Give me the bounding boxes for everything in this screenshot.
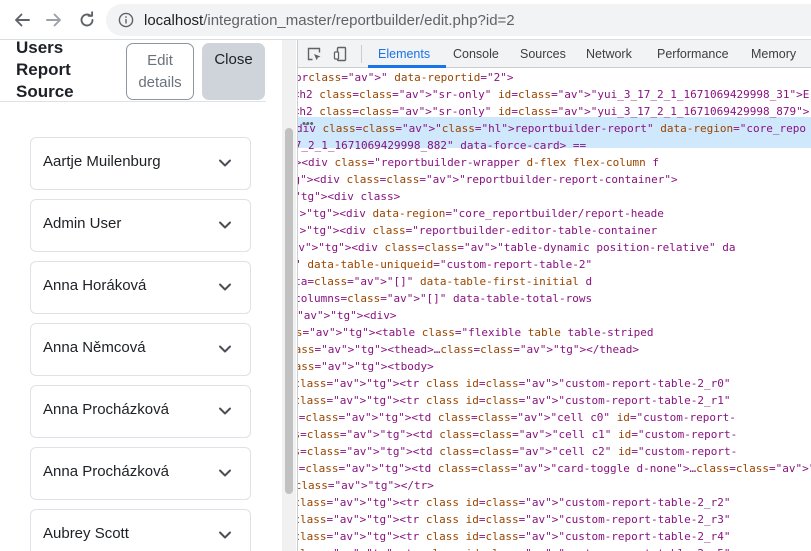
arrow-left-icon xyxy=(15,13,30,27)
dom-node-line[interactable]: ▶class=class="av">"tg"><tr class id=clas… xyxy=(298,528,731,545)
dom-node-line[interactable]: ▼class=class="av">"tg"><tbody> xyxy=(298,358,434,375)
chevron-down-icon[interactable] xyxy=(218,342,232,356)
dom-node-line[interactable]: ▼class=class="av">"tg"><div class=class=… xyxy=(298,120,806,137)
url-host: localhost xyxy=(144,11,204,29)
list-item[interactable]: Anna Procházková xyxy=(30,447,251,500)
card-name: Aartje Muilenburg xyxy=(43,153,161,170)
close-button[interactable]: Close xyxy=(202,43,265,100)
dom-node-line[interactable]: ▼class=class="av">"tg"><div class> xyxy=(298,188,400,205)
forward-button[interactable] xyxy=(40,6,68,34)
dom-node-line[interactable]: class=class="av">"tg"><td class=class="a… xyxy=(298,426,737,443)
page-title-line: Source xyxy=(16,82,74,101)
tab-console[interactable]: Console xyxy=(453,40,499,68)
info-icon[interactable] xyxy=(118,12,134,28)
dom-node-line[interactable]: ▼class=class="av">"tg"><div class=class=… xyxy=(298,171,678,188)
toolbar-divider xyxy=(361,45,362,63)
dom-node-line[interactable]: class=class="av">"tg"><td class=class="a… xyxy=(298,443,737,460)
dom-node-line[interactable]: id=class="av">"yui_3_17_2_1_167106942999… xyxy=(298,137,586,154)
list-item[interactable]: Admin User xyxy=(30,199,251,252)
browser-toolbar: localhost/integration_master/reportbuild… xyxy=(0,0,811,40)
reload-button[interactable] xyxy=(73,6,101,34)
page-title-line: Users xyxy=(16,40,64,57)
page-viewport: Aartje Muilenburg Admin User Anna Horáko… xyxy=(0,40,282,551)
card-name: Anna Němcová xyxy=(43,339,146,356)
tab-performance[interactable]: Performance xyxy=(657,40,729,68)
scrollbar-thumb[interactable] xyxy=(285,128,293,494)
card-name: Anna Horáková xyxy=(43,277,147,294)
dom-node-line[interactable]: ▶class=class="av">"tg"><td class=class="… xyxy=(298,409,736,426)
dom-node-line[interactable]: table-sort-data=class="av">"[]" data-tab… xyxy=(298,273,592,290)
edit-details-button[interactable]: Edit details xyxy=(126,43,194,100)
dom-node-line[interactable]: class=class="av">"tg"><h2 class=class="a… xyxy=(298,103,809,120)
chevron-down-icon[interactable] xyxy=(218,280,232,294)
card-name: Aubrey Scott xyxy=(43,525,129,542)
chevron-down-icon[interactable] xyxy=(218,466,232,480)
tab-elements[interactable]: Elements xyxy=(378,40,430,68)
dom-node-line[interactable]: class=class="av">"tg"></tr> xyxy=(298,477,434,494)
card-name: Anna Procházková xyxy=(43,463,169,480)
tab-network[interactable]: Network xyxy=(586,40,632,68)
card-name: Anna Procházková xyxy=(43,401,169,418)
tab-memory[interactable]: Memory xyxy=(751,40,796,68)
chevron-down-icon[interactable] xyxy=(218,218,232,232)
dom-node-line[interactable]: ▼class=class="av">"tg"><table class="fle… xyxy=(298,324,654,341)
chevron-down-icon[interactable] xyxy=(218,528,232,542)
dom-node-line[interactable]: ▶class=class="av">"tg"><thead>…class=cla… xyxy=(298,341,639,358)
tab-sources[interactable]: Sources xyxy=(520,40,566,68)
dom-node-line[interactable]: ▶class=class="av">"tg"><tr class id=clas… xyxy=(298,545,731,551)
dom-node-line[interactable]: ▼class=class="av">"tg"><div class="repor… xyxy=(298,154,659,171)
reload-icon xyxy=(80,11,94,27)
list-item[interactable]: Aubrey Scott xyxy=(30,509,251,551)
list-item[interactable]: Anna Horáková xyxy=(30,261,251,314)
dom-node-line[interactable]: ▼class=class="av">"tg"><div class="repor… xyxy=(298,222,657,239)
url-path: /integration_master/reportbuilder/edit.p… xyxy=(203,11,515,29)
dom-node-line[interactable]: class=class="av">"tg"><h2 class=class="a… xyxy=(298,86,809,103)
report-header: Users Report Source Edit details Close xyxy=(0,40,282,102)
devtools-panel: Elements Console Sources Network Perform… xyxy=(297,40,811,551)
dom-node-line[interactable]: ▶class=class="av">"tg"><tr class id=clas… xyxy=(298,494,731,511)
inspect-element-icon[interactable] xyxy=(306,46,322,62)
dom-node-line[interactable]: ▶class=class="av">"tg"><td class=class="… xyxy=(298,460,811,477)
arrow-right-icon xyxy=(46,13,61,27)
header-divider xyxy=(0,101,266,102)
address-bar[interactable]: localhost/integration_master/reportbuild… xyxy=(106,4,811,36)
dom-node-line[interactable]: ▼class=class="av">"tg"><div class=class=… xyxy=(298,239,736,256)
list-item[interactable]: Anna Procházková xyxy=(30,385,251,438)
dom-node-line[interactable]: ▶class=class="av">"tg"><tr class id=clas… xyxy=(298,375,731,392)
card-name: Admin User xyxy=(43,215,122,232)
list-item[interactable]: Aartje Muilenburg xyxy=(30,137,251,190)
page-scrollbar[interactable] xyxy=(282,40,296,551)
url-text: localhost/integration_master/reportbuild… xyxy=(144,12,515,29)
dom-node-line[interactable]: ▼class=class="av">"tg"><tr class id=clas… xyxy=(298,392,731,409)
device-toolbar-icon[interactable] xyxy=(333,46,349,62)
chevron-down-icon[interactable] xyxy=(218,156,232,170)
devtools-tabbar: Elements Console Sources Network Perform… xyxy=(298,40,811,68)
dom-node-line[interactable]: ▶class=class="av">"tg"><div data-region=… xyxy=(298,205,664,222)
dom-node-line[interactable]: \output\dynamictabs\editorclass="av">" d… xyxy=(298,69,514,86)
page-title-line: Report xyxy=(16,60,71,79)
back-button[interactable] xyxy=(8,6,36,34)
chevron-down-icon[interactable] xyxy=(218,404,232,418)
dom-node-line[interactable]: erclass="av">" data-table-uniqueid="cust… xyxy=(298,256,592,273)
dom-node-line[interactable]: ▶class=class="av">"tg"><tr class id=clas… xyxy=(298,511,731,528)
dom-node-line[interactable]: table-hidden-columns=class="av">"[]" dat… xyxy=(298,290,592,307)
dom-node-line[interactable]: ▼class=class="av">"tg"><div> xyxy=(298,307,396,324)
dom-tree: ••• \output\dynamictabs\editorclass="av"… xyxy=(298,68,811,551)
list-item[interactable]: Anna Němcová xyxy=(30,323,251,376)
